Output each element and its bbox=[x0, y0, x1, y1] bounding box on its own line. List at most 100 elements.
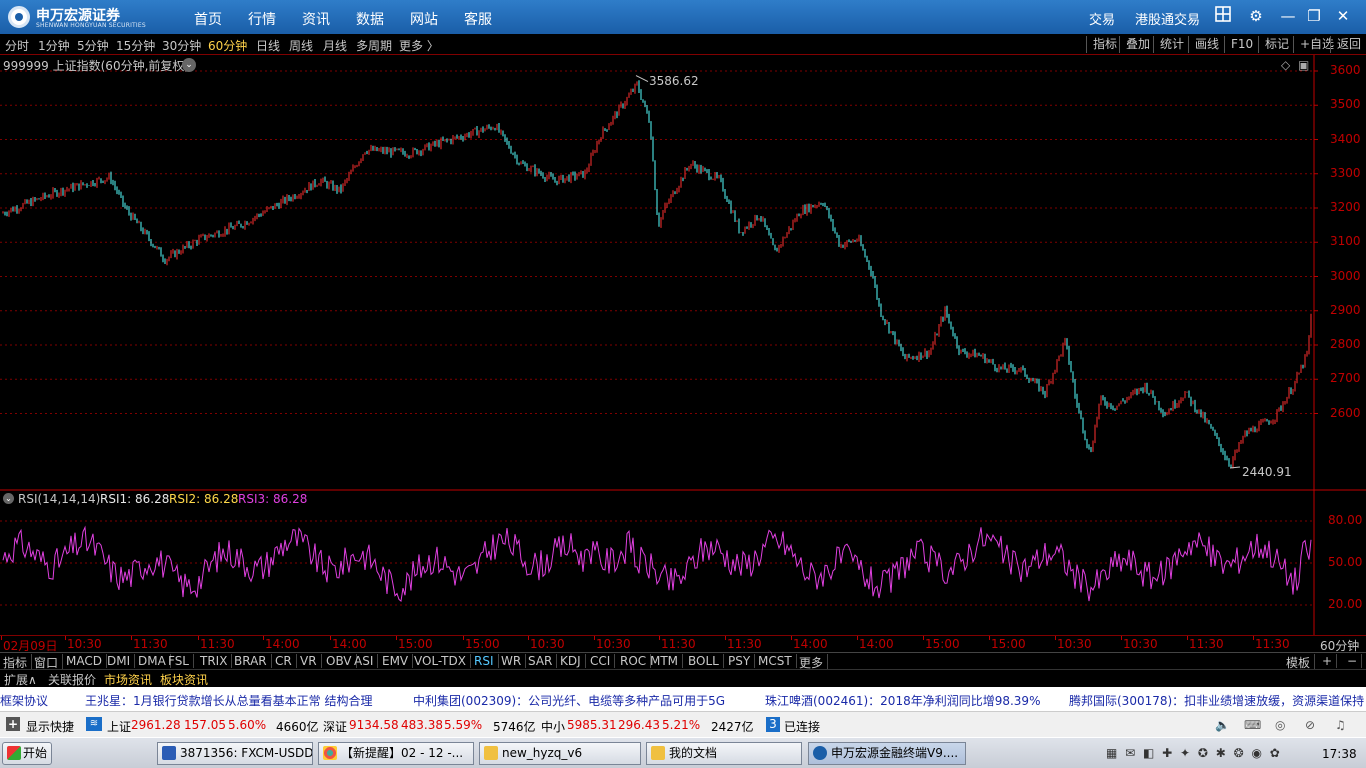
hk-connect-link[interactable]: 港股通交易 bbox=[1135, 9, 1200, 28]
speaker-icon[interactable]: 🔈 bbox=[1215, 718, 1230, 732]
indicator-tab-cci[interactable]: CCI bbox=[590, 654, 616, 668]
tool-f10[interactable]: F10 bbox=[1224, 36, 1253, 53]
indicator-tab-dmi[interactable]: DMI bbox=[107, 654, 136, 668]
tool-draw[interactable]: 画线 bbox=[1188, 36, 1219, 53]
indicator-tab-fsl[interactable]: FSL bbox=[168, 654, 194, 668]
period-timeshare[interactable]: 分时 bbox=[5, 37, 29, 54]
period-more[interactable]: 更多 〉 bbox=[399, 37, 439, 54]
indicator-tab-vol-tdx[interactable]: VOL-TDX bbox=[414, 654, 471, 668]
indicator-tab-macd[interactable]: MACD bbox=[66, 654, 107, 668]
grid-layout-icon[interactable] bbox=[1213, 6, 1233, 26]
y-tick-label: 2800 bbox=[1330, 337, 1361, 351]
add-indicator-icon[interactable]: + bbox=[1322, 654, 1338, 668]
time-label: 10:30 bbox=[1057, 637, 1092, 651]
tool-indicator[interactable]: 指标 bbox=[1086, 36, 1117, 53]
period-5min[interactable]: 5分钟 bbox=[77, 37, 109, 54]
bell-icon[interactable]: ♫ bbox=[1335, 718, 1346, 732]
indicator-tab-trix[interactable]: TRIX bbox=[200, 654, 233, 668]
minimize-icon[interactable]: — bbox=[1278, 6, 1298, 26]
chevron-down-icon[interactable]: ⌄ bbox=[182, 58, 196, 72]
y-tick-label: 2700 bbox=[1330, 371, 1361, 386]
indicator-tab-asi[interactable]: ASI bbox=[354, 654, 379, 668]
period-multi[interactable]: 多周期 bbox=[356, 37, 392, 54]
sz-volume: 5746亿 bbox=[493, 720, 536, 734]
rsi-line bbox=[2, 525, 1312, 603]
task-documents[interactable]: 我的文档 bbox=[646, 742, 802, 765]
news-item[interactable]: 珠江啤酒(002461)：2018年净利润同比增98.39% bbox=[765, 692, 1040, 709]
panel-icon[interactable]: ▣ bbox=[1298, 58, 1309, 72]
indicator-tab-cr[interactable]: CR bbox=[275, 654, 297, 668]
indicator-tab-roc[interactable]: ROC bbox=[620, 654, 652, 668]
tab-related-quotes[interactable]: 关联报价 bbox=[48, 671, 96, 688]
time-tick bbox=[330, 636, 331, 640]
indicator-tab-wr[interactable]: WR bbox=[501, 654, 527, 668]
sh-value: 2961.28 bbox=[131, 718, 181, 732]
news-item[interactable]: 王兆星：1月银行贷款增长从总量看基本正常 结构合理 bbox=[85, 692, 372, 709]
sh-change: 157.05 bbox=[184, 718, 226, 732]
period-60min[interactable]: 60分钟 bbox=[208, 37, 247, 54]
indicator-tab-sar[interactable]: SAR bbox=[528, 654, 558, 668]
rsi-menu-icon[interactable]: ⌄ bbox=[3, 493, 14, 504]
indicator-tab-emv[interactable]: EMV bbox=[382, 654, 414, 668]
tab-market-news[interactable]: 市场资讯 bbox=[104, 671, 152, 688]
zx-value: 5985.31 bbox=[567, 718, 617, 732]
indicator-tab-obv[interactable]: OBV bbox=[326, 654, 357, 668]
close-icon[interactable]: ✕ bbox=[1333, 6, 1353, 26]
period-weekly[interactable]: 周线 bbox=[289, 37, 313, 54]
indicator-tab-boll[interactable]: BOLL bbox=[688, 654, 724, 668]
tab-expand[interactable]: 扩展∧ bbox=[4, 671, 37, 688]
indicator-tab-vr[interactable]: VR bbox=[300, 654, 322, 668]
tool-mark[interactable]: 标记 bbox=[1258, 36, 1289, 53]
menu-home[interactable]: 首页 bbox=[194, 9, 222, 29]
news-item[interactable]: 框架协议 bbox=[0, 692, 48, 709]
sz-label: 深证 bbox=[323, 720, 348, 734]
menu-news[interactable]: 资讯 bbox=[302, 9, 330, 29]
menu-quotes[interactable]: 行情 bbox=[248, 9, 276, 29]
trade-link[interactable]: 交易 bbox=[1089, 9, 1115, 28]
time-label: 15:00 bbox=[398, 637, 433, 651]
mute-icon[interactable]: ⊘ bbox=[1305, 718, 1315, 732]
menu-data[interactable]: 数据 bbox=[356, 9, 384, 29]
indicator-tab-brar[interactable]: BRAR bbox=[234, 654, 272, 668]
task-swhy-terminal[interactable]: 申万宏源金融终端V9.... bbox=[808, 742, 966, 765]
start-button[interactable]: 开始 bbox=[2, 742, 52, 765]
indicator-tab-rsi[interactable]: RSI bbox=[474, 654, 499, 668]
indicator-tab-psy[interactable]: PSY bbox=[728, 654, 756, 668]
time-tick bbox=[1253, 636, 1254, 640]
diamond-icon[interactable]: ◇ bbox=[1281, 58, 1290, 72]
period-15min[interactable]: 15分钟 bbox=[116, 37, 155, 54]
show-shortcut[interactable]: 显示快捷 bbox=[26, 718, 74, 735]
time-axis: 02月09日 10:30 11:30 11:30 14:00 14:00 15:00 15:0… bbox=[0, 635, 1366, 653]
tool-back[interactable]: 返回 bbox=[1330, 36, 1361, 53]
task-browser[interactable]: 【新提醒】02 - 12 -... bbox=[318, 742, 474, 765]
refresh-icon[interactable]: ◎ bbox=[1275, 718, 1285, 732]
tray-icons[interactable]: ▦ ✉ ◧ ✚ ✦ ✪ ✱ ❂ ◉ ✿ bbox=[1106, 746, 1306, 762]
tool-stats[interactable]: 统计 bbox=[1153, 36, 1184, 53]
period-daily[interactable]: 日线 bbox=[256, 37, 280, 54]
menu-service[interactable]: 客服 bbox=[464, 9, 492, 29]
indicator-tab-mtm[interactable]: MTM bbox=[650, 654, 684, 668]
task-fxcm[interactable]: 3871356: FXCM-USDDe... bbox=[157, 742, 313, 765]
plus-icon[interactable]: + bbox=[6, 717, 20, 731]
keyboard-icon[interactable]: ⌨ bbox=[1244, 718, 1261, 732]
indicator-tab-dma[interactable]: DMA bbox=[138, 654, 171, 668]
restore-icon[interactable]: ❐ bbox=[1304, 6, 1324, 26]
task-folder[interactable]: new_hyzq_v6 bbox=[479, 742, 641, 765]
y-tick-label: 3200 bbox=[1330, 200, 1361, 214]
indicator-tab-mcst[interactable]: MCST bbox=[758, 654, 797, 668]
news-item[interactable]: 腾邦国际(300178)：扣非业绩增速放缓，资源渠道保持 bbox=[1069, 692, 1364, 709]
remove-indicator-icon[interactable]: − bbox=[1347, 654, 1363, 668]
chart-canvas[interactable] bbox=[0, 55, 1366, 635]
sh-volume: 4660亿 bbox=[276, 720, 319, 734]
settings-gear-icon[interactable]: ⚙ bbox=[1246, 6, 1266, 26]
period-30min[interactable]: 30分钟 bbox=[162, 37, 201, 54]
news-item[interactable]: 中利集团(002309)：公司光纤、电缆等多种产品可用于5G bbox=[413, 692, 725, 709]
menu-website[interactable]: 网站 bbox=[410, 9, 438, 29]
tab-sector-news[interactable]: 板块资讯 bbox=[160, 671, 208, 688]
indicator-tab-kdj[interactable]: KDJ bbox=[560, 654, 586, 668]
kline-chart-area[interactable]: 999999 上证指数(60分钟,前复权) ⌄ ◇ ▣ 3586.62 2440… bbox=[0, 55, 1366, 635]
tool-add-watchlist[interactable]: +自选 bbox=[1293, 36, 1334, 53]
period-1min[interactable]: 1分钟 bbox=[38, 37, 70, 54]
tool-overlay[interactable]: 叠加 bbox=[1119, 36, 1150, 53]
period-monthly[interactable]: 月线 bbox=[323, 37, 347, 54]
